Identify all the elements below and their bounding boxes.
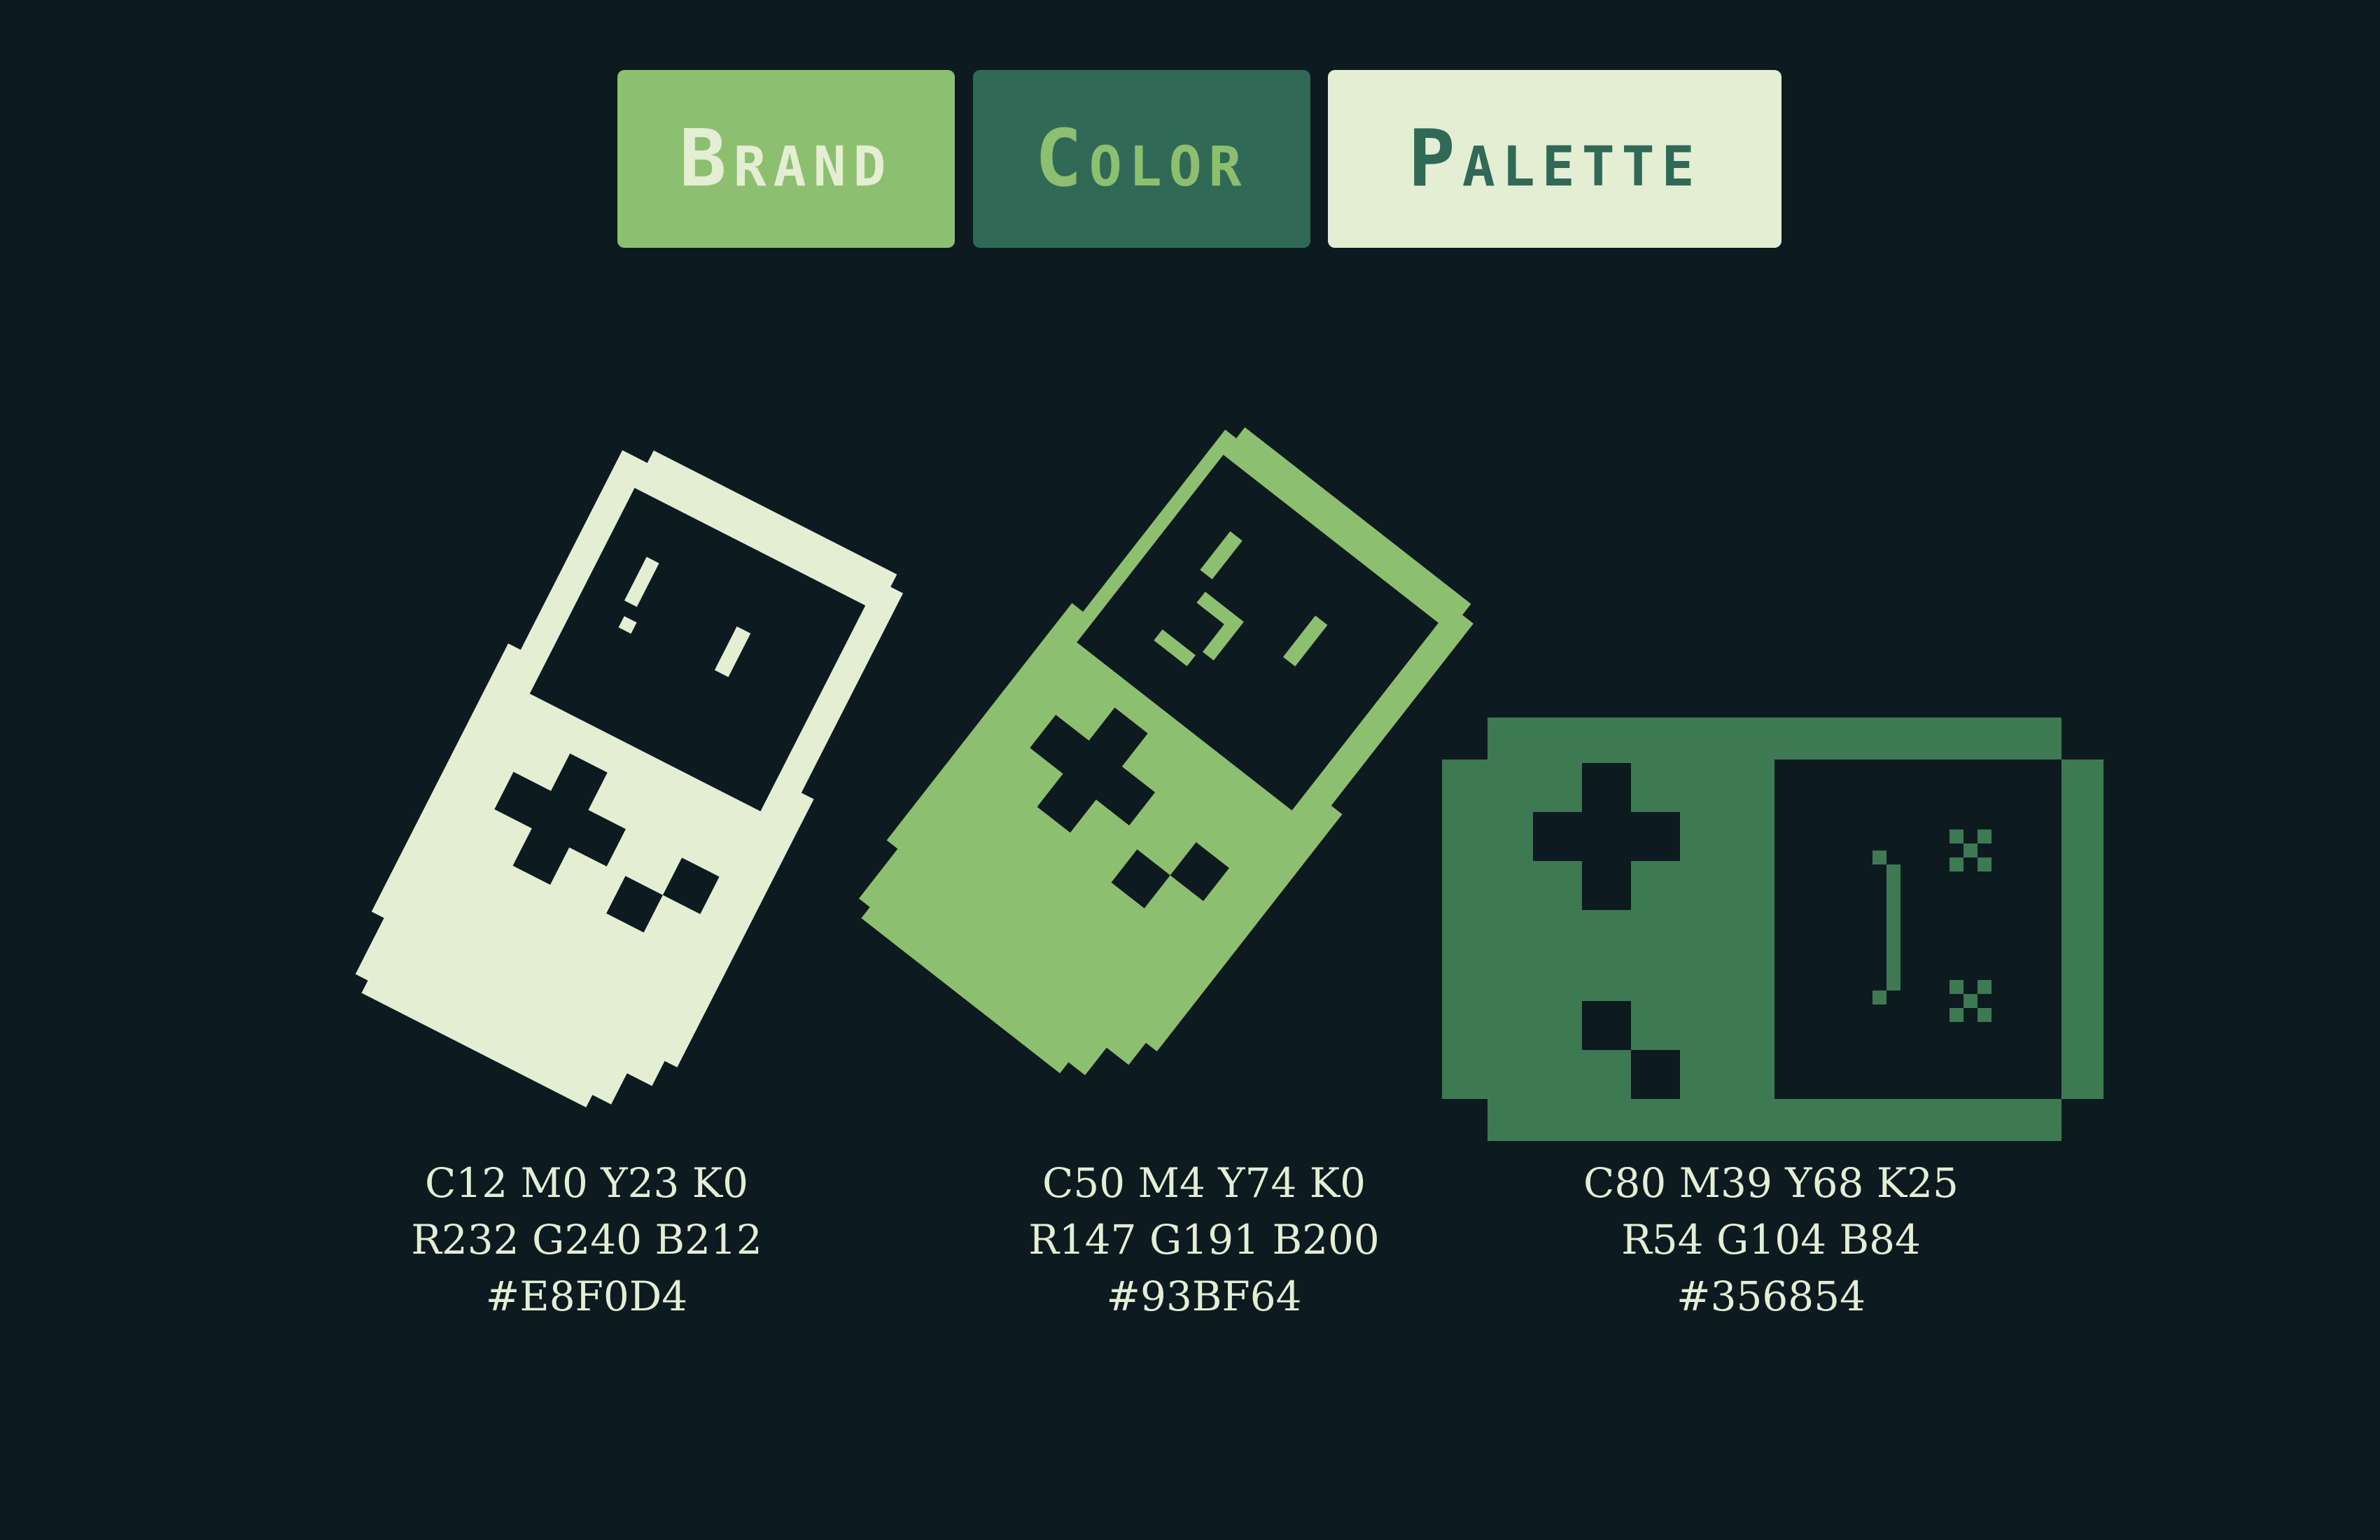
- rgb-value: R232 G240 B212: [411, 1216, 762, 1264]
- sideways-handheld-console-icon: [1442, 718, 2104, 1141]
- swatch-mid-specs: C50 M4 Y74 K0 R147 G191 B200 #93BF64: [959, 1155, 1449, 1325]
- cmyk-value: C80 M39 Y68 K25: [1583, 1159, 1959, 1207]
- cmyk-value: C12 M0 Y23 K0: [424, 1159, 749, 1207]
- winking-handheld-console-icon: [858, 427, 1474, 1076]
- hex-value: #93BF64: [1106, 1273, 1302, 1320]
- hex-value: #E8F0D4: [485, 1273, 688, 1320]
- rgb-value: R147 G191 B200: [1028, 1216, 1380, 1264]
- hex-value: #356854: [1676, 1273, 1865, 1320]
- cmyk-value: C50 M4 Y74 K0: [1042, 1159, 1366, 1207]
- title-word-color: Color: [973, 70, 1310, 248]
- swatch-light-specs: C12 M0 Y23 K0 R232 G240 B212 #E8F0D4: [342, 1155, 832, 1325]
- title-word-palette: Palette: [1328, 70, 1782, 248]
- rgb-value: R54 G104 B84: [1621, 1216, 1921, 1264]
- title-word-brand: Brand: [617, 70, 955, 248]
- swatch-dark-specs: C80 M39 Y68 K25 R54 G104 B84 #356854: [1526, 1155, 2016, 1325]
